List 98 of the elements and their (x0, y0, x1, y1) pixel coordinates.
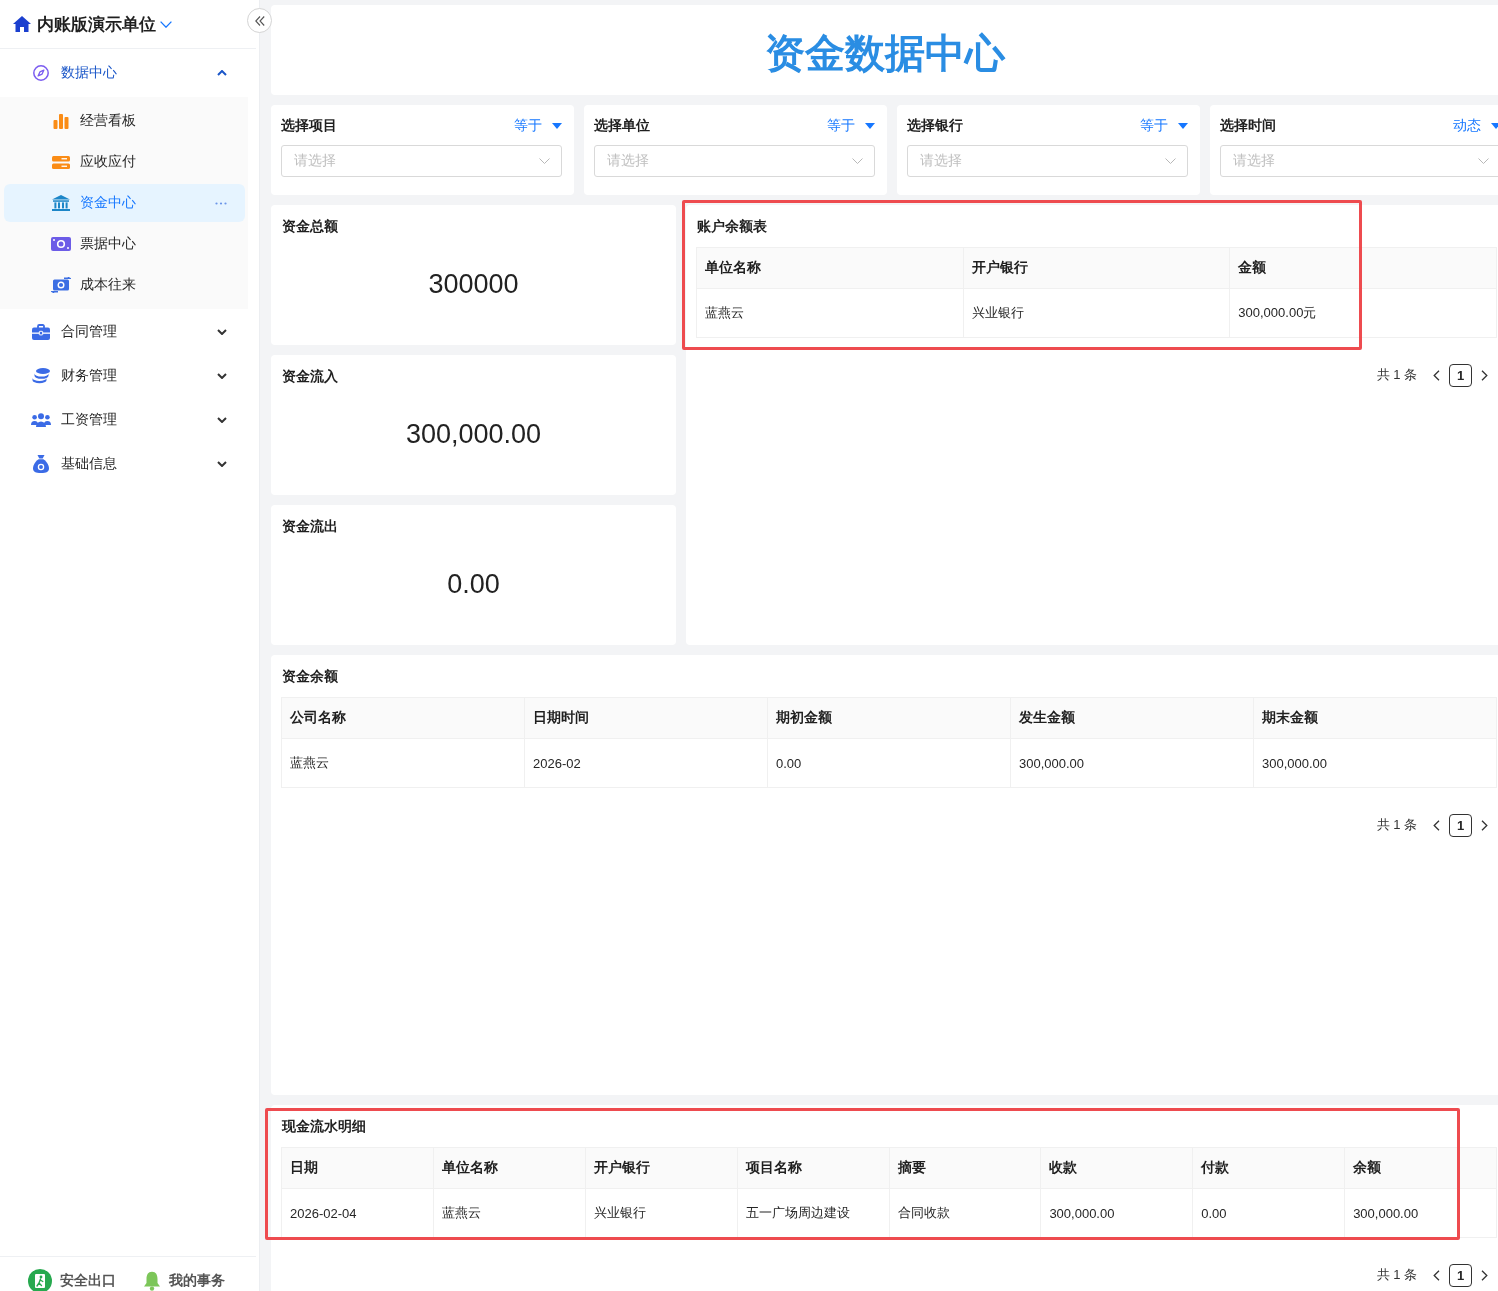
chevron-right-icon (1481, 369, 1488, 381)
column-header: 余额 (1344, 1147, 1497, 1189)
coins-icon (32, 368, 50, 384)
prev-page-button[interactable] (1433, 369, 1440, 381)
column-header: 期末金额 (1253, 697, 1497, 739)
menu-item[interactable]: 财务管理 (0, 354, 248, 398)
more-icon (215, 201, 227, 205)
bank-icon (52, 195, 70, 211)
table-cell: 300,000.00 (1010, 738, 1254, 788)
caret-down-icon (865, 123, 875, 129)
page-button[interactable]: 1 (1449, 363, 1472, 387)
operator-dropdown[interactable]: 等于 (1140, 117, 1188, 135)
chevron-down-icon (539, 158, 550, 164)
footer-link[interactable]: 我的事务 (143, 1270, 225, 1291)
footer-link[interactable]: 安全出口 (28, 1270, 116, 1291)
chevron-down-icon (160, 20, 172, 28)
column-header: 发生金额 (1010, 697, 1254, 739)
page-button[interactable]: 1 (1449, 1263, 1472, 1287)
chevron-left-icon (1433, 819, 1440, 831)
stat-title: 资金流入 (282, 367, 339, 386)
column-header: 收款 (1040, 1147, 1193, 1189)
panel-title: 现金流水明细 (282, 1117, 367, 1136)
column-header: 日期时间 (524, 697, 768, 739)
compass-icon (33, 65, 49, 81)
menu-item[interactable]: 工资管理 (0, 398, 248, 442)
submenu-item[interactable]: 应收应付 (4, 143, 245, 181)
filter-label: 选择时间 (1220, 117, 1276, 135)
table-cell: 300,000.00元 (1229, 288, 1497, 338)
page-button[interactable]: 1 (1449, 813, 1472, 837)
operator-dropdown[interactable]: 等于 (827, 117, 875, 135)
home-icon (13, 16, 31, 32)
next-page-button[interactable] (1481, 819, 1488, 831)
filter-label: 选择单位 (594, 117, 650, 135)
submenu-item[interactable]: 成本往来 (4, 266, 245, 304)
pagination-summary: 共 1 条 (1376, 816, 1417, 834)
double-chevron-left-icon (254, 15, 265, 26)
table-cell: 0.00 (767, 738, 1011, 788)
table-cell: 2026-02-04 (281, 1188, 434, 1238)
column-header: 单位名称 (433, 1147, 586, 1189)
column-header: 开户银行 (585, 1147, 738, 1189)
prev-page-button[interactable] (1433, 819, 1440, 831)
stat-title: 资金总额 (282, 217, 339, 236)
collapse-button[interactable] (247, 8, 272, 33)
filter-label: 选择银行 (907, 117, 963, 135)
caret-down-icon (552, 123, 562, 129)
column-header: 摘要 (889, 1147, 1041, 1189)
menu-item[interactable]: 合同管理 (0, 310, 248, 354)
table-cell: 蓝燕云 (281, 738, 525, 788)
bar-chart-icon (53, 113, 69, 129)
column-header: 日期 (281, 1147, 434, 1189)
column-header: 开户银行 (963, 247, 1230, 289)
chevron-left-icon (1433, 1269, 1440, 1281)
submenu-item[interactable]: 资金中心 (4, 184, 245, 222)
filter-label: 选择项目 (281, 117, 337, 135)
menu-item[interactable]: 基础信息 (0, 442, 248, 486)
banknote-icon (51, 237, 71, 251)
stat-value: 300000 (427, 268, 520, 301)
briefcase-icon (32, 324, 50, 340)
panel-title: 账户余额表 (697, 217, 768, 236)
next-page-button[interactable] (1481, 1269, 1488, 1281)
stacked-bars-icon (52, 155, 70, 169)
banknote-arrows-icon (51, 277, 71, 293)
submenu-item[interactable]: 经营看板 (4, 102, 245, 140)
stat-title: 资金流出 (282, 517, 339, 536)
users-icon (31, 413, 51, 427)
stat-value: 0.00 (446, 568, 501, 601)
column-header: 期初金额 (767, 697, 1011, 739)
table-cell: 兴业银行 (963, 288, 1230, 338)
pagination-summary: 共 1 条 (1376, 366, 1417, 384)
chevron-down-icon (1478, 158, 1489, 164)
column-header: 付款 (1192, 1147, 1345, 1189)
caret-down-icon (1491, 123, 1498, 129)
menu-item[interactable]: 数据中心 (0, 51, 248, 95)
org-switcher[interactable]: 内账版演示单位 (37, 12, 172, 36)
stat-value: 300,000.00 (404, 418, 543, 451)
operator-dropdown[interactable]: 动态 (1453, 117, 1498, 135)
table-cell: 300,000.00 (1253, 738, 1497, 788)
chevron-left-icon (1433, 369, 1440, 381)
money-bag-icon (33, 455, 49, 473)
panel-title: 资金余额 (282, 667, 339, 686)
chevron-right-icon (1481, 1269, 1488, 1281)
submenu-item[interactable]: 票据中心 (4, 225, 245, 263)
operator-dropdown[interactable]: 等于 (514, 117, 562, 135)
pagination-summary: 共 1 条 (1376, 1266, 1417, 1284)
column-header: 单位名称 (696, 247, 964, 289)
caret-down-icon (1178, 123, 1188, 129)
table-cell: 蓝燕云 (696, 288, 964, 338)
next-page-button[interactable] (1481, 369, 1488, 381)
table-cell: 2026-02 (524, 738, 768, 788)
chevron-right-icon (1481, 819, 1488, 831)
chevron-down-icon (1165, 158, 1176, 164)
column-header: 公司名称 (281, 697, 525, 739)
page-title: 资金数据中心 (765, 30, 1005, 77)
chevron-down-icon (852, 158, 863, 164)
column-header: 项目名称 (737, 1147, 889, 1189)
prev-page-button[interactable] (1433, 1269, 1440, 1281)
bell-icon (143, 1271, 161, 1291)
column-header: 金额 (1229, 247, 1497, 289)
